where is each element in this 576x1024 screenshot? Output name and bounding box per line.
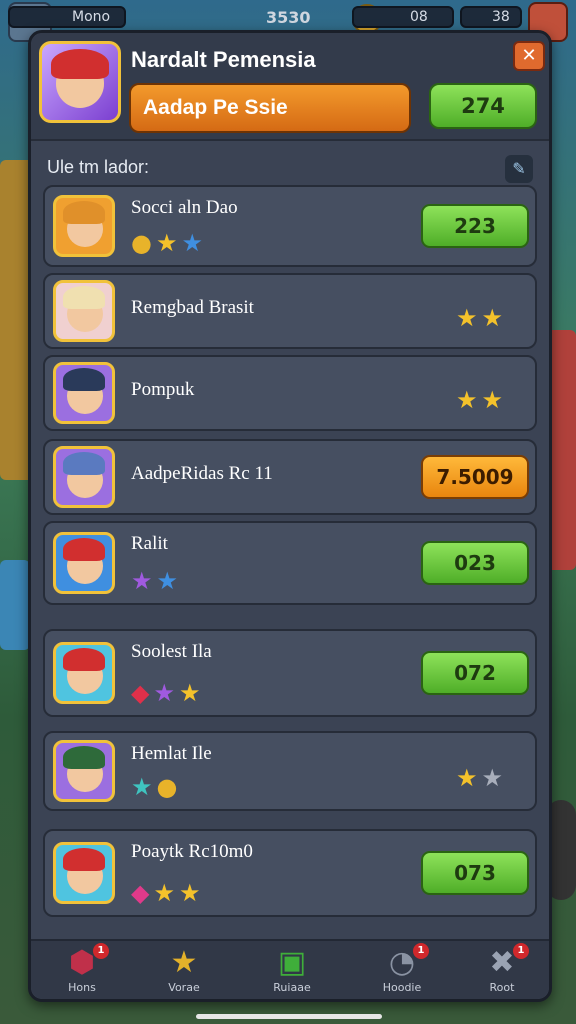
nav-label: Hoodie xyxy=(382,981,422,994)
player-avatar xyxy=(53,446,115,508)
hud-gold-value: 08 xyxy=(410,9,428,25)
close-button[interactable]: ✕ xyxy=(513,41,545,71)
score-button[interactable]: 023 xyxy=(421,541,529,585)
list-item[interactable]: Socci aln Dao ●★★ 223 xyxy=(43,185,537,267)
hud-name-pill: Mono xyxy=(8,6,126,28)
banner-bar[interactable]: Aadap Pe Ssie xyxy=(129,83,411,133)
player-avatar xyxy=(53,842,115,904)
reward-icons: ◆★★ xyxy=(131,679,205,707)
hud-name-label: Mono xyxy=(72,9,111,25)
reward-icons: ●★★ xyxy=(131,229,207,257)
shop-icon: ▣ xyxy=(277,945,307,980)
banner-value-button[interactable]: 274 xyxy=(429,83,537,129)
list-item[interactable]: Remgbad Brasit ★★ xyxy=(43,273,537,349)
star-icon: ★ xyxy=(481,764,507,792)
nav-item-vorae[interactable]: ★ Vorae xyxy=(149,945,219,994)
avatar-hair xyxy=(62,648,106,671)
rating-stars: ★★ xyxy=(456,304,507,332)
player-avatar xyxy=(53,362,115,424)
star-purple-icon: ★ xyxy=(131,567,157,595)
player-name: Pompuk xyxy=(131,379,195,400)
player-avatar xyxy=(53,740,115,802)
player-name: Ralit xyxy=(131,533,168,554)
star-gold-icon: ★ xyxy=(153,879,179,907)
player-name: Socci aln Dao xyxy=(131,197,238,218)
home-indicator[interactable] xyxy=(196,1014,382,1019)
nav-label: Ruiaae xyxy=(273,981,311,994)
nav-label: Vorae xyxy=(168,981,200,994)
nav-label: Hons xyxy=(68,981,96,994)
hud-gem-value: 38 xyxy=(492,9,510,25)
star-blue-icon: ★ xyxy=(181,229,207,257)
background-water xyxy=(0,560,30,650)
player-name: Poaytk Rc10m0 xyxy=(131,841,253,862)
hud-gem-pill: 38 xyxy=(460,6,522,28)
gem-red-icon: ◆ xyxy=(131,679,154,707)
score-button[interactable]: 223 xyxy=(421,204,529,248)
list-item[interactable]: Poaytk Rc10m0 ◆★★ 073 xyxy=(43,829,537,917)
hud-score: 3530 xyxy=(266,8,311,27)
avatar-hair xyxy=(62,368,106,391)
avatar-hair xyxy=(51,48,109,79)
gem-pink-icon: ◆ xyxy=(131,879,154,907)
rating-stars: ★★ xyxy=(456,764,507,792)
ranking-panel: Nardalt Pemensia ✕ Aadap Pe Ssie 274 Ule… xyxy=(28,30,552,1002)
player-avatar xyxy=(53,195,115,257)
star-icon: ★ xyxy=(481,304,507,332)
player-name: Remgbad Brasit xyxy=(131,297,254,318)
player-name: AadpeRidas Rc 11 xyxy=(131,463,273,484)
notification-badge: 1 xyxy=(93,943,109,959)
player-avatar xyxy=(53,280,115,342)
avatar-hair xyxy=(62,452,106,475)
nav-label: Root xyxy=(489,981,515,994)
player-avatar xyxy=(53,532,115,594)
star-purple-icon: ★ xyxy=(153,679,179,707)
player-avatar xyxy=(53,642,115,704)
avatar-hair xyxy=(62,286,106,309)
star-gold-icon: ★ xyxy=(155,229,182,257)
panel-title: Nardalt Pemensia xyxy=(131,47,316,72)
score-button[interactable]: 7.5009 xyxy=(421,455,529,499)
list-item[interactable]: Ralit ★★ 023 xyxy=(43,521,537,605)
list-item[interactable]: AadpeRidas Rc 11 7.5009 xyxy=(43,439,537,515)
notification-badge: 1 xyxy=(513,943,529,959)
nav-item-hons[interactable]: ⬢ Hons 1 xyxy=(47,943,117,994)
bottom-nav: ⬢ Hons 1 ★ Vorae ▣ Ruiaae ◔ Hoodie 1 ✖ Root 1 xyxy=(31,939,549,999)
avatar-hair xyxy=(62,201,106,224)
player-name: Hemlat Ile xyxy=(131,743,212,764)
list-item[interactable]: Soolest Ila ◆★★ 072 xyxy=(43,629,537,717)
score-button[interactable]: 072 xyxy=(421,651,529,695)
avatar-hair xyxy=(62,746,106,769)
nav-item-hoodie[interactable]: ◔ Hoodie 1 xyxy=(367,943,437,994)
reward-icons: ★★ xyxy=(131,567,182,595)
coin-icon: ● xyxy=(156,773,182,801)
coin-icon: ● xyxy=(131,229,156,257)
reward-icons: ◆★★ xyxy=(131,879,205,907)
star-icon: ★ xyxy=(455,386,482,414)
star-gold-icon: ★ xyxy=(178,879,205,907)
star-teal-icon: ★ xyxy=(131,773,157,801)
list-subheading: Ule tm lador: xyxy=(47,157,150,177)
rating-stars: ★★ xyxy=(456,386,507,414)
nav-item-ruiaae[interactable]: ▣ Ruiaae xyxy=(257,945,327,994)
avatar-hair xyxy=(62,538,106,561)
hud-gold-pill: 08 xyxy=(352,6,454,28)
reward-icons: ★● xyxy=(131,773,181,801)
score-button[interactable]: 073 xyxy=(421,851,529,895)
panel-header: Nardalt Pemensia ✕ Aadap Pe Ssie 274 xyxy=(31,33,549,141)
player-name: Soolest Ila xyxy=(131,641,212,662)
star-gold-icon: ★ xyxy=(178,679,205,707)
list-item[interactable]: Pompuk ★★ xyxy=(43,355,537,431)
list-item[interactable]: Hemlat Ile ★● ★★ xyxy=(43,731,537,811)
tools-icon[interactable]: ✎ xyxy=(505,155,533,183)
star-icon: ★ xyxy=(455,304,482,332)
star-icon: ★ xyxy=(481,386,507,414)
star-icon: ★ xyxy=(170,945,198,980)
avatar-hair xyxy=(62,848,106,871)
nav-item-root[interactable]: ✖ Root 1 xyxy=(467,943,537,994)
star-blue-icon: ★ xyxy=(156,567,183,595)
star-icon: ★ xyxy=(455,764,482,792)
player-avatar[interactable] xyxy=(39,41,121,123)
notification-badge: 1 xyxy=(413,943,429,959)
